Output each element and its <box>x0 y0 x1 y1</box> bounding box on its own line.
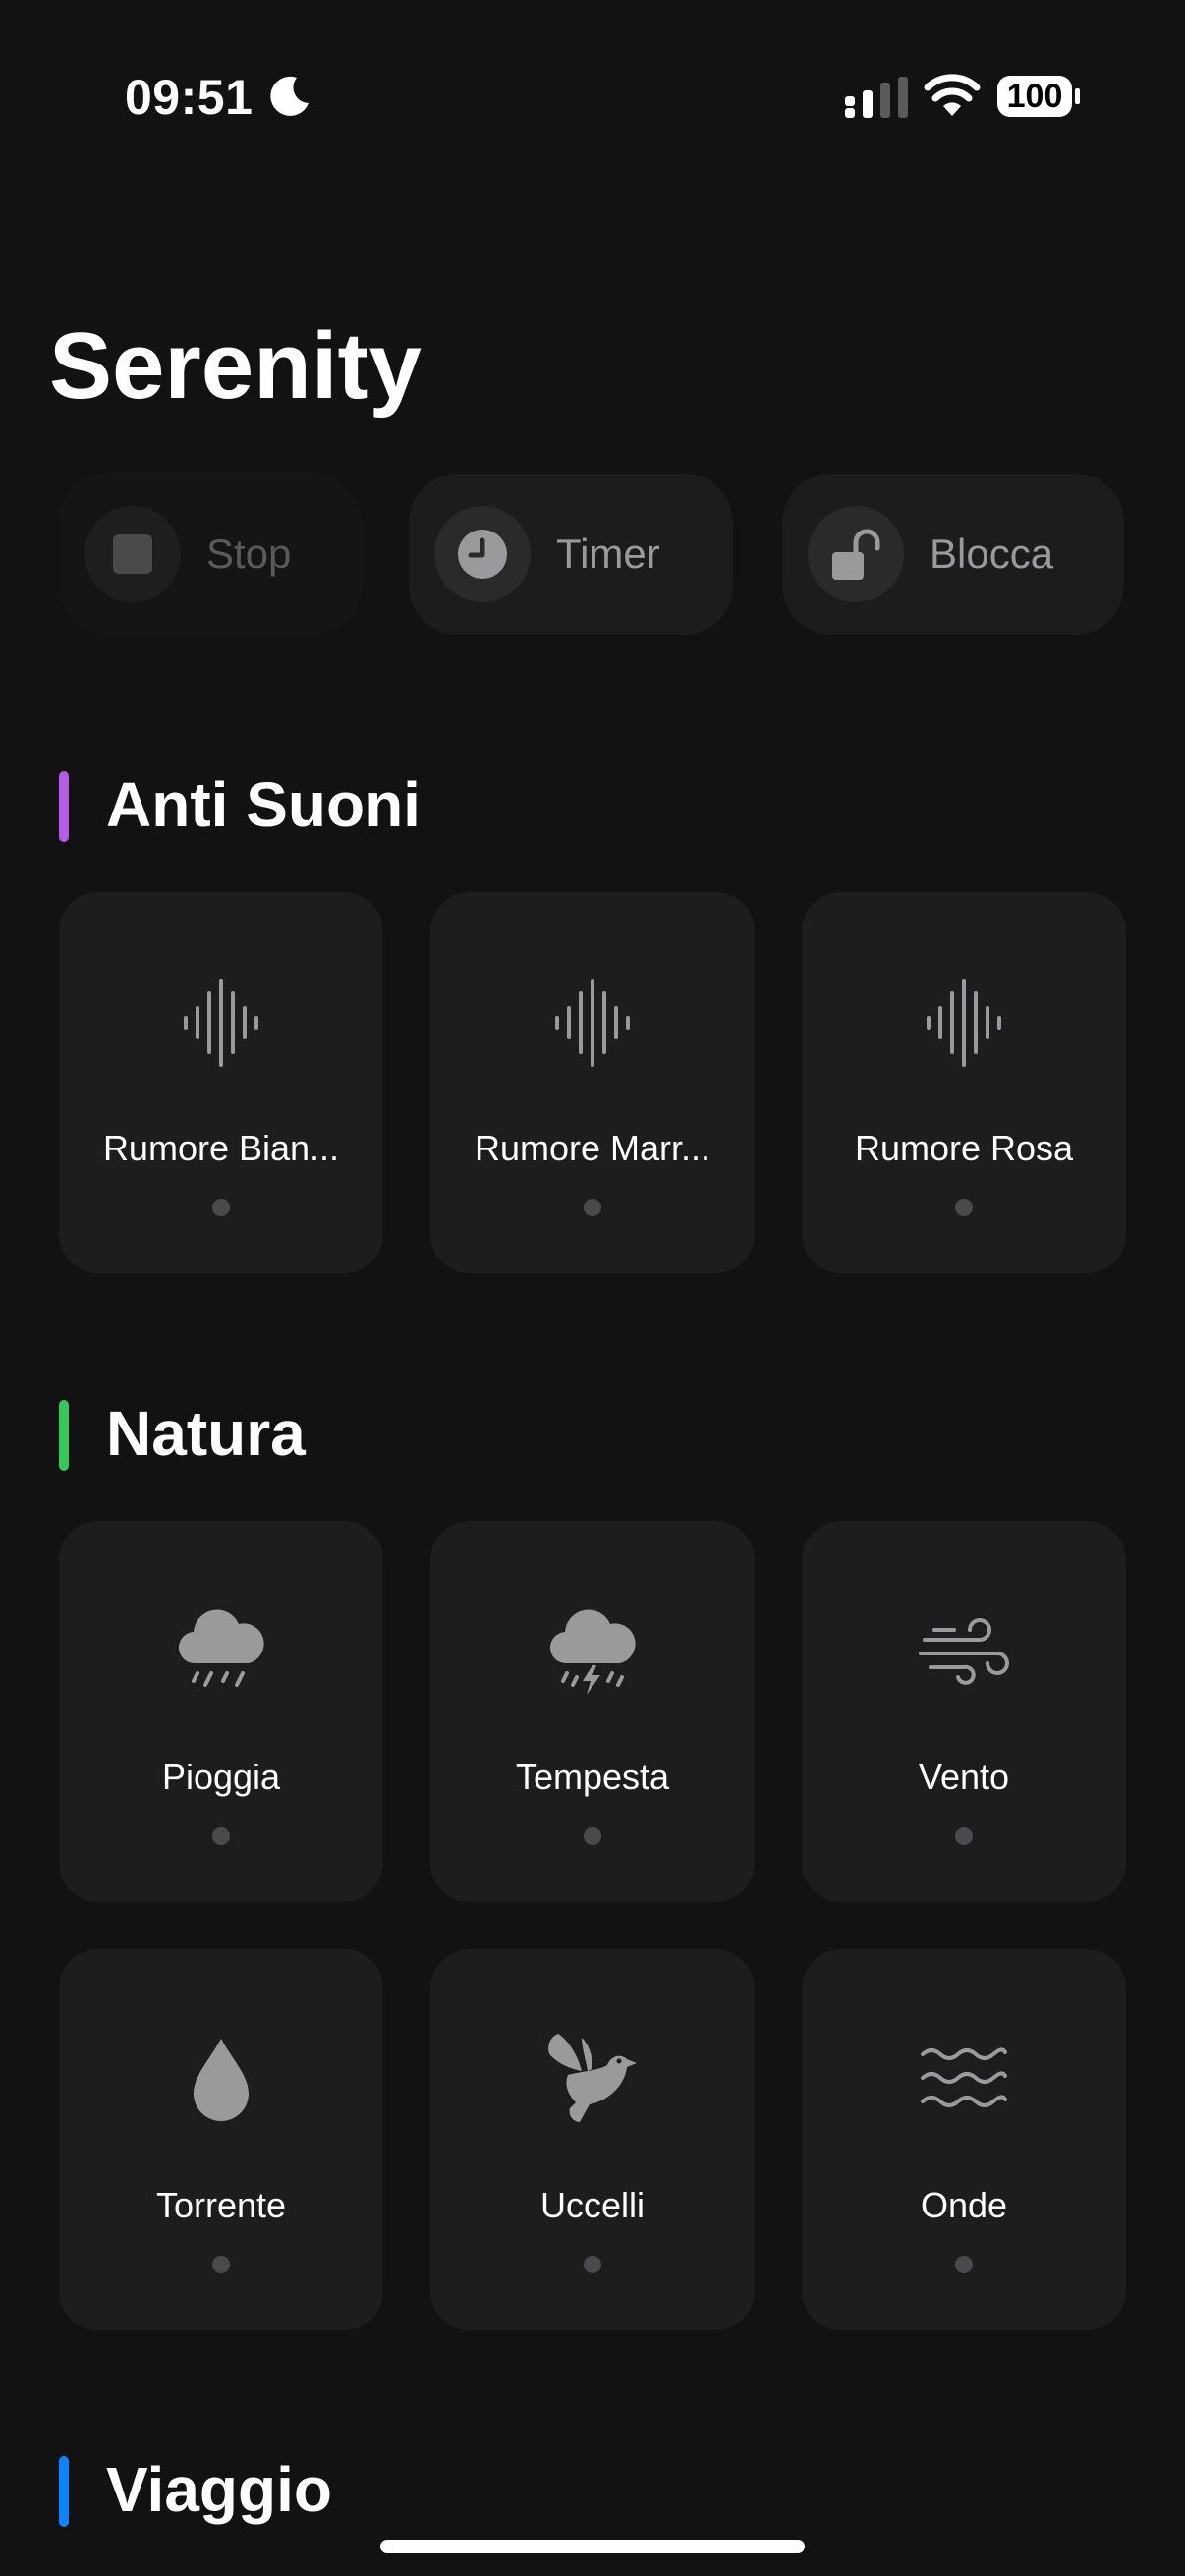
sound-card-torrente[interactable]: Torrente <box>59 1949 383 2330</box>
water-waves-icon <box>910 2026 1018 2134</box>
sound-card-label: Rumore Rosa <box>854 1128 1074 1168</box>
sound-card-rumore-rosa[interactable]: Rumore Rosa <box>802 892 1126 1273</box>
status-dot <box>584 1199 601 1216</box>
waveform-icon <box>538 969 647 1077</box>
sound-card-label: Vento <box>918 1757 1010 1797</box>
waveform-icon <box>910 969 1018 1077</box>
stop-icon <box>85 506 181 602</box>
app-title: Serenity <box>49 313 422 419</box>
sound-card-pioggia[interactable]: Pioggia <box>59 1521 383 1902</box>
status-dot <box>212 1827 230 1845</box>
sound-card-uccelli[interactable]: Uccelli <box>430 1949 755 2330</box>
drop-icon <box>167 2026 275 2134</box>
sound-card-label: Onde <box>920 2185 1008 2225</box>
wifi-icon <box>924 74 981 116</box>
cloud-bolt-rain-icon <box>538 1597 647 1706</box>
section-title-anti-suoni: Anti Suoni <box>106 769 421 840</box>
status-dot <box>212 2256 230 2273</box>
stop-label: Stop <box>206 531 292 577</box>
home-indicator[interactable] <box>380 2540 805 2553</box>
sound-card-label: Torrente <box>155 2185 287 2225</box>
stop-button[interactable]: Stop <box>59 474 362 635</box>
status-dot <box>212 1199 230 1216</box>
cellular-signal-icon <box>845 77 908 118</box>
status-bar: 09:51 100 <box>0 0 1185 196</box>
battery-indicator: 100 <box>996 75 1081 118</box>
section-color-bar <box>59 1400 69 1471</box>
waveform-icon <box>167 969 275 1077</box>
unlock-icon <box>808 506 904 602</box>
section-title-natura: Natura <box>106 1398 306 1469</box>
lock-button[interactable]: Blocca <box>782 474 1124 635</box>
status-dot <box>955 1827 973 1845</box>
cloud-rain-icon <box>167 1597 275 1706</box>
sound-card-label: Pioggia <box>161 1757 281 1797</box>
sound-card-label: Rumore Marr... <box>474 1128 711 1168</box>
sound-card-rumore-bianco[interactable]: Rumore Bian... <box>59 892 383 1273</box>
section-color-bar <box>59 2456 69 2527</box>
status-dot <box>584 2256 601 2273</box>
sound-card-rumore-marrone[interactable]: Rumore Marr... <box>430 892 755 1273</box>
status-dot <box>955 2256 973 2273</box>
bird-icon <box>538 2026 647 2134</box>
lock-label: Blocca <box>930 531 1054 577</box>
status-dot <box>584 1827 601 1845</box>
battery-level: 100 <box>1006 78 1063 115</box>
sound-card-vento[interactable]: Vento <box>802 1521 1126 1902</box>
sound-card-onde[interactable]: Onde <box>802 1949 1126 2330</box>
sound-card-label: Tempesta <box>515 1757 670 1797</box>
section-title-viaggio: Viaggio <box>106 2454 332 2525</box>
sound-card-label: Uccelli <box>539 2185 645 2225</box>
timer-button[interactable]: Timer <box>409 474 733 635</box>
sound-card-tempesta[interactable]: Tempesta <box>430 1521 755 1902</box>
status-dot <box>955 1199 973 1216</box>
clock-icon <box>434 506 531 602</box>
sound-card-label: Rumore Bian... <box>102 1128 340 1168</box>
timer-label: Timer <box>556 531 660 577</box>
section-color-bar <box>59 771 69 842</box>
status-time: 09:51 <box>125 70 254 125</box>
wind-icon <box>910 1597 1018 1706</box>
moon-icon <box>270 76 309 116</box>
